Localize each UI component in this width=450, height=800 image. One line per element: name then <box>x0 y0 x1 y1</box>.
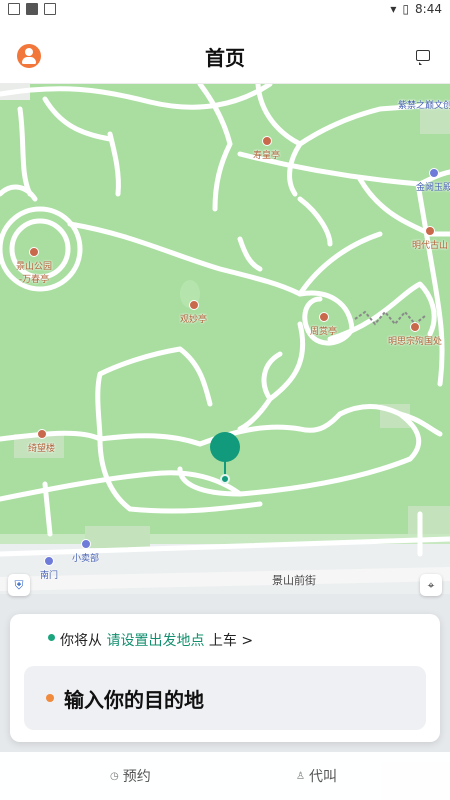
square-icon <box>26 3 38 15</box>
app-icon <box>44 3 56 15</box>
system-icons: ▾ ▯ 8:44 <box>390 2 442 16</box>
booking-panel: 你将从 请设置出发地点 上车 > 输入你的目的地 <box>10 614 440 742</box>
poi-label: 寿皇亭 <box>253 151 281 161</box>
pickup-row[interactable]: 你将从 请设置出发地点 上车 > <box>60 630 253 650</box>
poi-marker[interactable]: 观妙亭 <box>180 300 207 325</box>
person-icon: ♙ <box>296 770 305 782</box>
landmark-icon <box>429 168 439 178</box>
poi-marker[interactable]: 明代古山 <box>412 226 448 251</box>
safety-shield-button[interactable]: ⛨ <box>8 574 30 596</box>
landmark-icon <box>410 322 420 332</box>
pickup-dot-icon <box>48 634 55 641</box>
pickup-pin-icon[interactable] <box>210 432 240 462</box>
tab-call-for-others[interactable]: ♙ 代叫 <box>296 766 337 786</box>
poi-label: 景山公园 -万春亭 <box>16 262 53 285</box>
landmark-icon <box>36 429 47 439</box>
poi-label: 紫禁之巅文创 <box>398 101 450 111</box>
poi-marker[interactable]: 南门 <box>40 556 58 581</box>
poi-marker[interactable]: 紫禁之巅文创 <box>398 98 450 111</box>
bottom-tabbar: ◷ 预约 ♙ 代叫 <box>0 752 450 800</box>
poi-marker[interactable]: 周赏亭 <box>310 312 337 337</box>
landmark-icon <box>188 300 199 310</box>
poi-label: 观妙亭 <box>180 315 208 325</box>
pickup-suffix: 上车 > <box>208 633 254 649</box>
poi-label: 周赏亭 <box>310 327 338 337</box>
status-bar: ▾ ▯ 8:44 <box>0 0 450 20</box>
poi-label: 南门 <box>40 571 59 581</box>
destination-input[interactable]: 输入你的目的地 <box>24 666 426 730</box>
landmark-icon <box>261 136 272 146</box>
locate-button[interactable]: ⌖ <box>420 574 442 596</box>
pickup-prefix: 你将从 <box>60 633 102 649</box>
pin-foot <box>220 474 230 484</box>
destination-placeholder: 输入你的目的地 <box>64 688 204 712</box>
gate-icon <box>44 556 54 566</box>
tab-booking[interactable]: ◷ 预约 <box>110 766 151 786</box>
pickup-link[interactable]: 请设置出发地点 <box>106 633 204 649</box>
poi-label: 金阙玉殿 <box>416 183 450 193</box>
landmark-icon <box>29 247 39 257</box>
shield-icon: ⛨ <box>14 577 24 592</box>
battery-icon: ▯ <box>402 2 410 16</box>
crosshair-icon: ⌖ <box>427 577 435 592</box>
app-header: 首页 <box>0 20 450 84</box>
road-label: 景山前街 <box>272 574 316 587</box>
landmark-icon <box>318 312 329 322</box>
poi-marker[interactable]: 景山公园 -万春亭 <box>16 247 52 285</box>
poi-marker[interactable]: 明思宗殉国处 <box>388 322 442 347</box>
page-title: 首页 <box>205 46 245 70</box>
notification-icons <box>8 3 56 15</box>
poi-marker[interactable]: 小卖部 <box>72 539 99 564</box>
message-icon[interactable] <box>416 50 430 65</box>
poi-marker[interactable]: 金阙玉殿 <box>416 168 450 193</box>
image-icon <box>8 3 20 15</box>
poi-label: 明代古山 <box>412 241 449 251</box>
destination-dot-icon <box>46 694 54 702</box>
poi-label: 绮望楼 <box>28 444 56 454</box>
clock: 8:44 <box>415 2 442 16</box>
landmark-icon <box>425 226 435 236</box>
shop-icon <box>80 539 91 549</box>
poi-marker[interactable]: 绮望楼 <box>28 429 55 454</box>
poi-label: 小卖部 <box>72 554 100 564</box>
poi-label: 明思宗殉国处 <box>388 337 443 347</box>
clock-icon: ◷ <box>110 770 119 782</box>
poi-marker[interactable]: 寿皇亭 <box>253 136 280 161</box>
tab-label: 代叫 <box>308 769 337 785</box>
wifi-icon: ▾ <box>390 2 397 16</box>
tab-label: 预约 <box>122 769 151 785</box>
